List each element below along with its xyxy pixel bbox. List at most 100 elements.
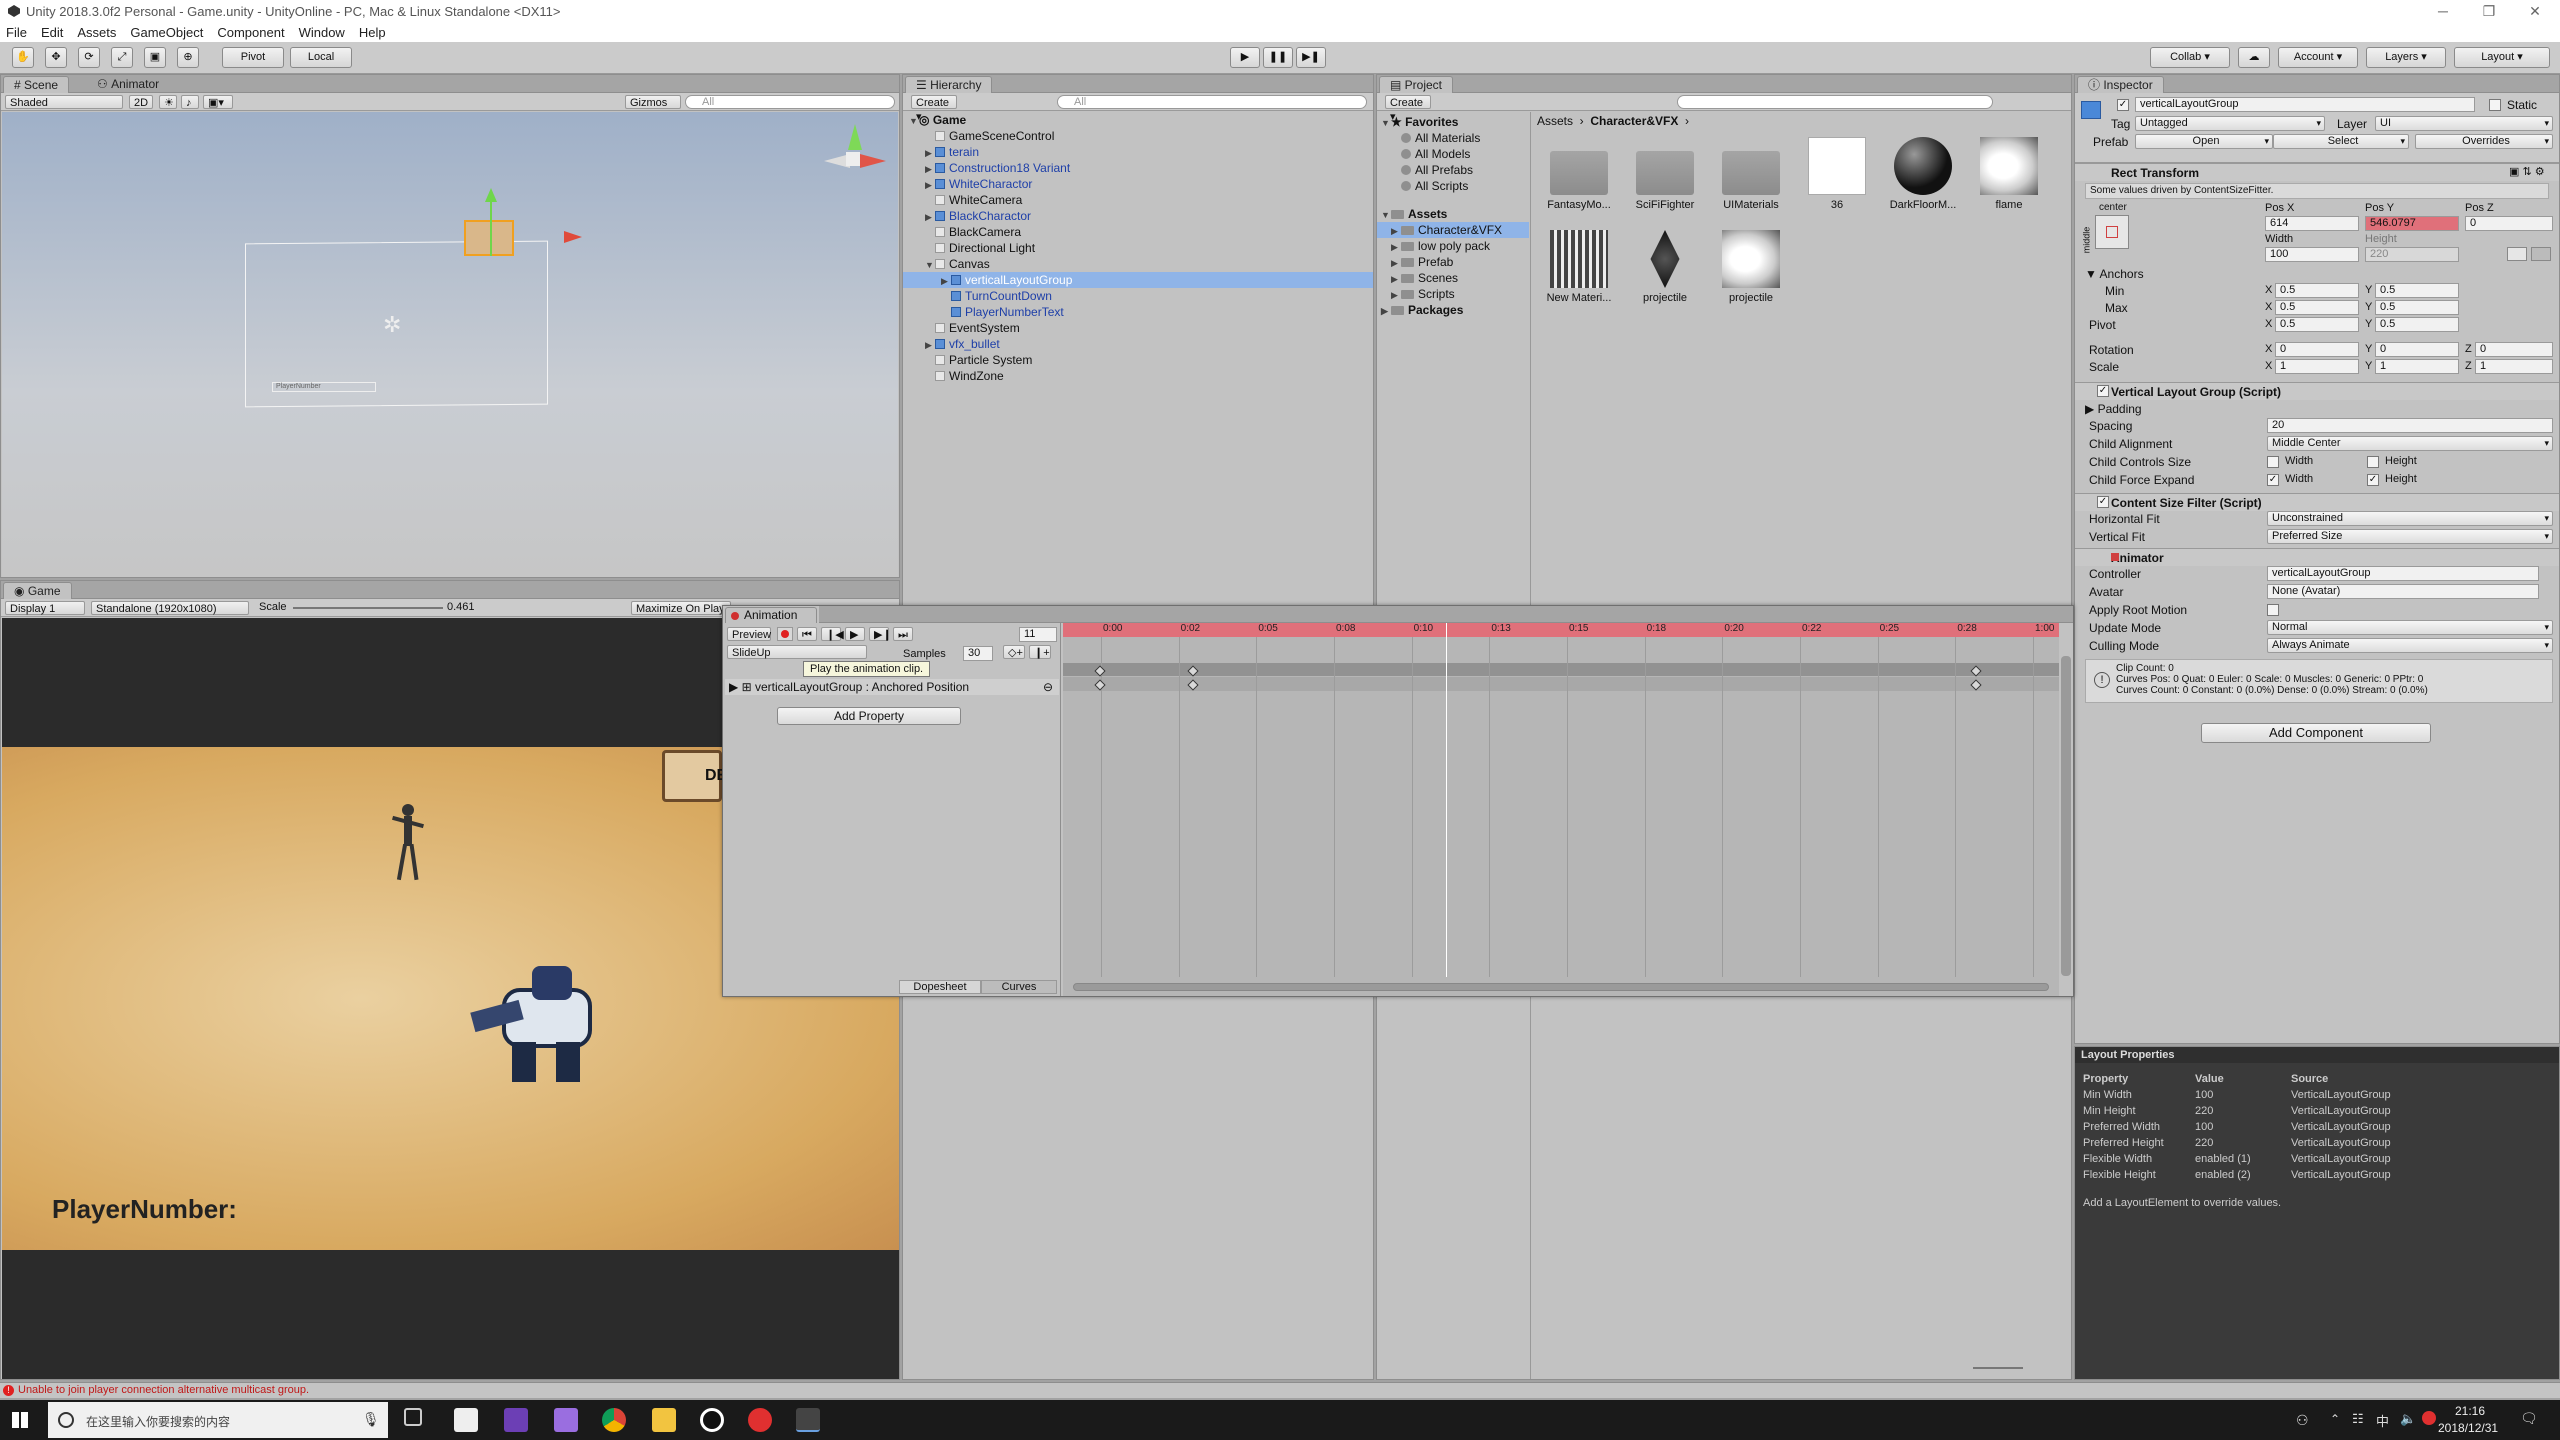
padding-label[interactable]: ▶ Padding	[2085, 402, 2142, 416]
expand-arrow-icon[interactable]: ▼	[925, 257, 935, 273]
clock-time[interactable]: 21:16	[2455, 1404, 2485, 1418]
play-button[interactable]: ▶	[1230, 47, 1260, 68]
hierarchy-item[interactable]: ▶ BlackCharactor	[903, 208, 1373, 224]
hierarchy-item[interactable]: WindZone	[903, 368, 1373, 384]
netease-music-icon[interactable]	[748, 1408, 772, 1432]
de-button[interactable]: DE	[662, 750, 727, 802]
lighting-icon[interactable]: ☀	[159, 95, 177, 109]
transform-tool-button[interactable]: ⊕	[177, 47, 199, 68]
timeline-area[interactable]: 0:00 0:02 0:05 0:08 0:10 0:13 0:15 0:18 0:20 0:22…	[1063, 623, 2059, 996]
expand-arrow-icon[interactable]: ▶	[925, 209, 935, 225]
last-keyframe-button[interactable]: ⏭	[893, 627, 913, 641]
project-folder-item[interactable]: ▶ Scripts	[1377, 286, 1529, 302]
hierarchy-item[interactable]: ▶ verticalLayoutGroup	[903, 272, 1373, 288]
anchors-label[interactable]: ▼ Anchors	[2085, 267, 2144, 281]
clip-dropdown[interactable]: SlideUp	[727, 645, 867, 659]
prefab-overrides-dropdown[interactable]: Overrides	[2415, 134, 2553, 149]
expand-arrow-icon[interactable]: ▶	[1391, 239, 1401, 255]
notification-icon[interactable]: 🗨	[2520, 1410, 2538, 1427]
tab-animator[interactable]: ⚇ Animator	[87, 76, 169, 93]
menu-window[interactable]: Window	[299, 25, 345, 40]
hierarchy-create-dropdown[interactable]: Create ▾	[911, 95, 957, 123]
spacing-field[interactable]: 20	[2267, 418, 2553, 433]
effects-icon[interactable]: ▣▾	[203, 95, 233, 109]
scene-viewport[interactable]: PlayerNumber ✲	[2, 112, 898, 577]
tab-scene[interactable]: # Scene	[3, 76, 70, 93]
asset-size-slider[interactable]	[1973, 1367, 2023, 1369]
anchor-preset-button[interactable]	[2095, 215, 2129, 249]
pivot-x-field[interactable]: 0.5	[2275, 317, 2359, 332]
move-gizmo-y-arrow[interactable]	[490, 196, 492, 256]
collab-button[interactable]: Collab ▾	[2150, 47, 2230, 68]
asset-item[interactable]: New Materi...	[1539, 230, 1619, 320]
anim-play-button[interactable]: ▶	[845, 627, 865, 641]
pos-y-field[interactable]: 546.0797	[2365, 216, 2459, 231]
microphone-icon[interactable]: 🎙	[362, 1411, 380, 1428]
scale-z-field[interactable]: 1	[2475, 359, 2553, 374]
remove-property-icon[interactable]: ⊖	[1043, 679, 1053, 695]
add-keyframe-button[interactable]: ◇+	[1003, 645, 1025, 659]
hierarchy-item[interactable]: ▶ WhiteCharactor	[903, 176, 1373, 192]
expand-width-checkbox[interactable]: ✓	[2267, 474, 2279, 486]
unity-taskbar-icon[interactable]	[796, 1408, 820, 1432]
asset-item[interactable]: projectile	[1711, 230, 1791, 320]
active-checkbox[interactable]: ✓	[2117, 99, 2129, 111]
expand-arrow-icon[interactable]: ▼	[909, 113, 919, 129]
taskbar-search-box[interactable]: 在这里输入你要搜索的内容 🎙	[48, 1402, 388, 1438]
hierarchy-item[interactable]: BlackCamera	[903, 224, 1373, 240]
animation-tab[interactable]: Animation	[725, 607, 817, 623]
asset-item[interactable]: 36	[1797, 137, 1877, 227]
expand-arrow-icon[interactable]: ▶	[925, 177, 935, 193]
expand-height-checkbox[interactable]: ✓	[2367, 474, 2379, 486]
pos-z-field[interactable]: 0	[2465, 216, 2553, 231]
asset-item[interactable]: DarkFloorM...	[1883, 137, 1963, 227]
rotate-tool-button[interactable]: ⟳	[78, 47, 100, 68]
hierarchy-item[interactable]: ▶ vfx_bullet	[903, 336, 1373, 352]
horizontal-fit-dropdown[interactable]: Unconstrained	[2267, 511, 2553, 526]
hierarchy-item[interactable]: Directional Light	[903, 240, 1373, 256]
2d-toggle[interactable]: 2D	[129, 95, 153, 109]
min-y-field[interactable]: 0.5	[2375, 283, 2459, 298]
gameobject-name-field[interactable]: verticalLayoutGroup	[2135, 97, 2475, 112]
scale-tool-button[interactable]: ⤢	[111, 47, 133, 68]
playhead-line[interactable]	[1445, 623, 1447, 977]
min-x-field[interactable]: 0.5	[2275, 283, 2359, 298]
clock-date[interactable]: 2018/12/31	[2438, 1421, 2498, 1435]
hierarchy-item[interactable]: Particle System	[903, 352, 1373, 368]
asset-item[interactable]: FantasyMo...	[1539, 137, 1619, 227]
rot-x-field[interactable]: 0	[2275, 342, 2359, 357]
hierarchy-item[interactable]: WhiteCamera	[903, 192, 1373, 208]
asset-item[interactable]: UIMaterials	[1711, 137, 1791, 227]
project-folder-item[interactable]: ▶ Character&VFX	[1377, 222, 1529, 238]
controls-width-checkbox[interactable]	[2267, 456, 2279, 468]
prefab-open-button[interactable]: Open	[2135, 134, 2273, 149]
assets-header[interactable]: ▼ Assets	[1381, 206, 1447, 222]
scene-search-input[interactable]: All	[685, 95, 895, 109]
vlg-enabled-checkbox[interactable]: ✓	[2097, 385, 2109, 397]
orientation-gizmo[interactable]	[812, 120, 892, 200]
add-component-button[interactable]: Add Component	[2201, 723, 2431, 743]
culling-mode-dropdown[interactable]: Always Animate	[2267, 638, 2553, 653]
tray-chevron-icon[interactable]: ⌃	[2330, 1412, 2340, 1426]
menu-file[interactable]: File	[6, 25, 27, 40]
prefab-select-button[interactable]: Select	[2273, 134, 2409, 149]
layer-dropdown[interactable]: UI	[2375, 116, 2553, 131]
hierarchy-search-input[interactable]: All	[1057, 95, 1367, 109]
step-button[interactable]: ▶❚	[1296, 47, 1326, 68]
add-property-button[interactable]: Add Property	[777, 707, 961, 725]
expand-arrow-icon[interactable]: ▶	[1391, 287, 1401, 303]
curves-tab[interactable]: Curves	[981, 980, 1057, 994]
asset-item[interactable]: SciFiFighter	[1625, 137, 1705, 227]
max-x-field[interactable]: 0.5	[2275, 300, 2359, 315]
menu-edit[interactable]: Edit	[41, 25, 63, 40]
gizmos-dropdown[interactable]: Gizmos	[625, 95, 681, 109]
move-tool-button[interactable]: ✥	[45, 47, 67, 68]
vertical-fit-dropdown[interactable]: Preferred Size	[2267, 529, 2553, 544]
expand-arrow-icon[interactable]: ▶	[941, 273, 951, 289]
project-folder-item[interactable]: ▶ Prefab	[1377, 254, 1529, 270]
raw-edit-icon[interactable]	[2531, 247, 2551, 261]
expand-arrow-icon[interactable]: ▶	[1391, 255, 1401, 271]
static-checkbox[interactable]	[2489, 99, 2501, 111]
hierarchy-item[interactable]: ▼ Canvas	[903, 256, 1373, 272]
asset-item[interactable]: flame	[1969, 137, 2049, 227]
